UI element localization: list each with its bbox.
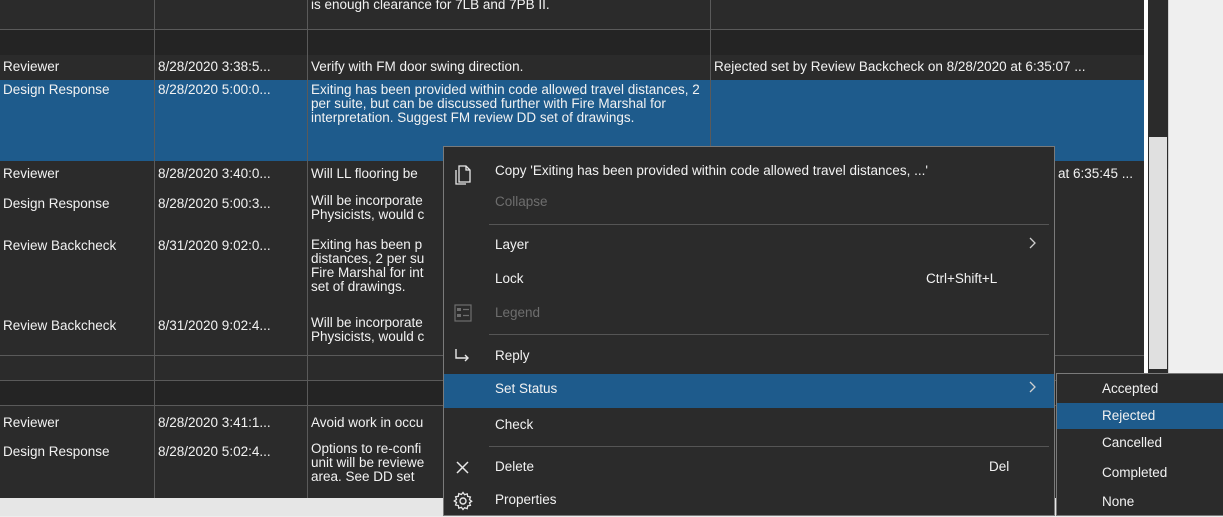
date-cell: 8/28/2020 3:41:1... (158, 415, 271, 430)
menu-item-reply[interactable]: Reply (444, 338, 1054, 372)
status-cell: Rejected set by Review Backcheck on 8/28… (714, 59, 1086, 74)
menu-item-label: Check (495, 417, 534, 432)
table-row[interactable]: is enough clearance for 7LB and 7PB II. (0, 0, 1144, 29)
comment-cell: Exiting has been p distances, 2 per su F… (311, 237, 425, 294)
column-divider (154, 0, 155, 498)
menu-item-lock[interactable]: Lock Ctrl+Shift+L (444, 261, 1054, 295)
menu-item-shortcut: Del (989, 459, 1010, 474)
chevron-right-icon (1028, 236, 1038, 253)
table-row[interactable]: Reviewer 8/28/2020 3:38:5... Verify with… (0, 55, 1144, 80)
date-cell (154, 0, 307, 29)
status-option-label: Rejected (1102, 408, 1156, 423)
status-submenu[interactable]: Accepted Rejected Cancelled Completed No… (1056, 373, 1223, 516)
subject-cell: Review Backcheck (3, 238, 117, 253)
menu-item-label: Legend (495, 305, 541, 320)
grid-line (0, 29, 1144, 30)
menu-item-check[interactable]: Check (444, 408, 1054, 442)
status-option-rejected[interactable]: Rejected (1057, 403, 1223, 429)
subject-cell: Reviewer (3, 166, 60, 181)
comment-cell: Will be incorporate Physicists, would c (311, 193, 425, 222)
close-icon (452, 456, 474, 476)
menu-item-legend: Legend (444, 295, 1054, 329)
subject-cell: Reviewer (3, 59, 60, 74)
subject-cell (0, 355, 154, 380)
menu-item-label: Layer (495, 237, 529, 252)
status-option-none[interactable]: None (1057, 487, 1223, 516)
status-option-accepted[interactable]: Accepted (1057, 374, 1223, 403)
menu-separator (489, 224, 1049, 225)
date-cell: 8/31/2020 9:02:4... (158, 318, 271, 333)
reply-icon (452, 345, 474, 365)
menu-item-properties[interactable]: Properties (444, 483, 1054, 517)
comment-cell: Verify with FM door swing direction. (311, 59, 524, 74)
menu-item-label: Lock (495, 271, 524, 286)
date-cell: 8/31/2020 9:02:0... (158, 238, 271, 253)
column-divider (307, 0, 308, 498)
subject-cell: Review Backcheck (3, 318, 117, 333)
menu-item-label: Set Status (495, 381, 558, 396)
gear-icon (452, 490, 474, 511)
menu-item-collapse: Collapse (444, 183, 1054, 217)
menu-item-layer[interactable]: Layer (444, 227, 1054, 261)
subject-cell: Design Response (3, 444, 110, 459)
subject-cell (0, 0, 154, 29)
date-cell: 8/28/2020 5:00:3... (158, 196, 271, 211)
menu-item-label: Collapse (495, 194, 548, 209)
subject-cell: Design Response (3, 196, 110, 211)
status-option-label: None (1102, 494, 1135, 509)
menu-separator (489, 334, 1049, 335)
menu-item-delete[interactable]: Delete Del (444, 449, 1054, 483)
status-option-label: Cancelled (1102, 435, 1163, 450)
menu-item-label: Delete (495, 459, 535, 474)
date-cell: 8/28/2020 5:00:0... (158, 82, 271, 97)
table-row[interactable] (0, 29, 1144, 55)
legend-icon (452, 302, 474, 322)
status-option-completed[interactable]: Completed (1057, 458, 1223, 487)
status-option-cancelled[interactable]: Cancelled (1057, 429, 1223, 458)
comment-cell: Options to re-confi unit will be reviewe… (311, 441, 425, 484)
comment-cell: Will be incorporate Physicists, would c (311, 315, 425, 344)
date-cell: 8/28/2020 3:40:0... (158, 166, 271, 181)
menu-separator (489, 446, 1049, 447)
menu-item-label: Copy 'Exiting has been provided within c… (495, 163, 928, 178)
status-cell (710, 0, 1144, 29)
status-option-label: Accepted (1102, 381, 1159, 396)
menu-item-label: Reply (495, 348, 530, 363)
vertical-scrollbar-thumb[interactable] (1149, 137, 1167, 369)
subject-cell: Reviewer (3, 415, 60, 430)
menu-item-shortcut: Ctrl+Shift+L (926, 271, 998, 286)
subject-cell: Design Response (3, 82, 110, 97)
copy-icon (452, 164, 474, 185)
menu-item-set-status[interactable]: Set Status (444, 374, 1054, 408)
date-cell: 8/28/2020 3:38:5... (158, 59, 271, 74)
chevron-right-icon (1028, 380, 1038, 397)
comment-cell: is enough clearance for 7LB and 7PB II. (311, 0, 550, 12)
menu-item-label: Properties (495, 492, 557, 507)
subject-cell (0, 380, 154, 405)
status-option-label: Completed (1102, 465, 1168, 480)
date-cell: 8/28/2020 5:02:4... (158, 444, 271, 459)
context-menu[interactable]: Copy 'Exiting has been provided within c… (443, 146, 1055, 516)
